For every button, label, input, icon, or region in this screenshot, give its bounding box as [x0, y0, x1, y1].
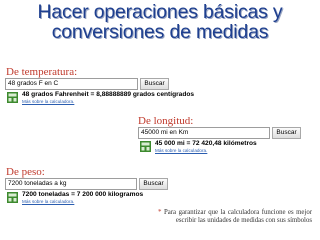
weight-result: 7200 toneladas = 7 200 000 kilogramos [22, 191, 144, 198]
weight-label: De peso: [6, 166, 45, 178]
length-label: De longitud: [138, 115, 194, 127]
slide-title-line-2: conversiones de medidas [51, 21, 269, 43]
weight-more-link[interactable]: Más sobre la calculadora. [22, 199, 74, 205]
temperature-label: De temperatura: [6, 66, 78, 78]
temperature-more-link[interactable]: Más sobre la calculadora. [22, 99, 74, 105]
calculator-icon [140, 141, 151, 152]
temperature-search-button[interactable]: Buscar [140, 78, 169, 90]
temperature-query-input[interactable]: 48 grados F en C [5, 78, 138, 90]
weight-search-button[interactable]: Buscar [139, 178, 168, 190]
length-query-input[interactable]: 45000 mi en Km [138, 127, 270, 139]
length-result: 45 000 mi = 72 420,48 kilómetros [155, 140, 257, 147]
weight-query-input[interactable]: 7200 toneladas a kg [5, 178, 137, 190]
footnote-text: Para garantizar que la calculadora funci… [164, 209, 312, 225]
calculator-icon [7, 192, 18, 203]
footnote-marker: * [158, 208, 162, 216]
length-search-button[interactable]: Buscar [272, 127, 301, 139]
temperature-result: 48 grados Fahrenheit = 8,88888889 grados… [22, 91, 195, 98]
slide-title-line-1: Hacer operaciones básicas y [37, 1, 283, 23]
calculator-icon [7, 92, 18, 103]
footnote: * Para garantizar que la calculadora fun… [158, 208, 312, 225]
length-more-link[interactable]: Más sobre la calculadora. [155, 148, 207, 154]
